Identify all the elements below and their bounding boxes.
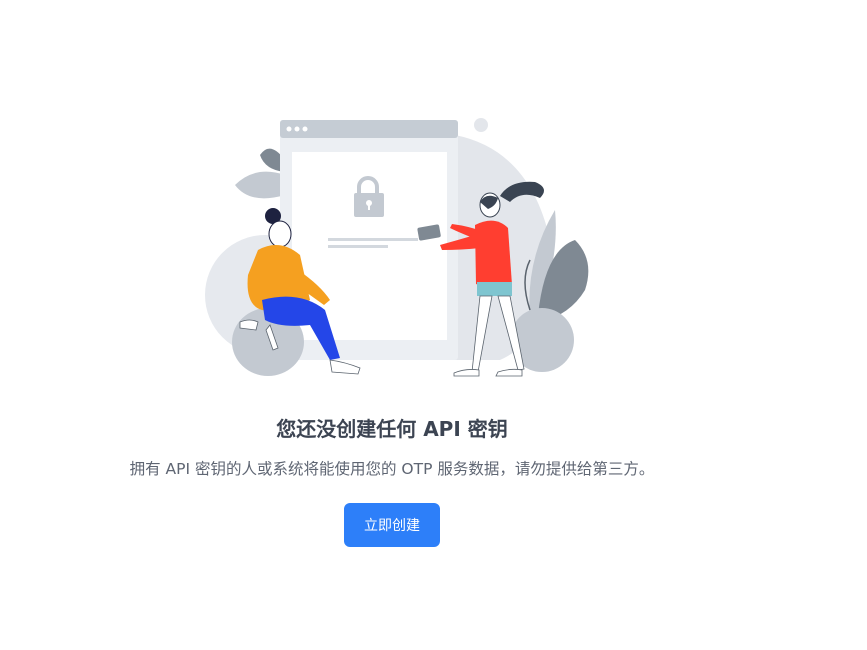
empty-state-title: 您还没创建任何 API 密钥 xyxy=(276,417,508,441)
empty-state-description: 拥有 API 密钥的人或系统将能使用您的 OTP 服务数据，请勿提供给第三方。 xyxy=(129,460,655,478)
plant-left-icon xyxy=(235,148,285,199)
empty-state-illustration xyxy=(205,118,589,377)
create-api-key-button[interactable]: 立即创建 xyxy=(344,503,440,547)
api-keys-empty-page: 您还没创建任何 API 密钥 拥有 API 密钥的人或系统将能使用您的 OTP … xyxy=(0,0,867,650)
bg-dot xyxy=(474,118,488,132)
